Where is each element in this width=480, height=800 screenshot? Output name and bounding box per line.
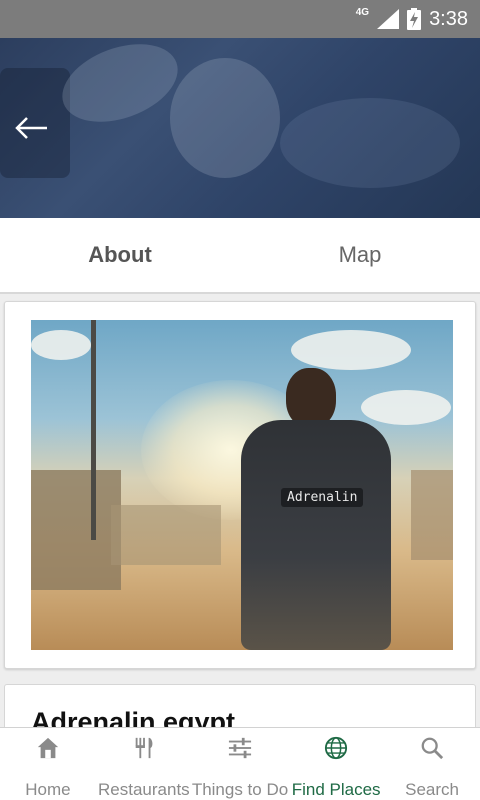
photo-cloud [31,330,91,360]
home-icon [37,737,59,759]
nav-find-places-label: Find Places [291,780,381,799]
back-button[interactable] [12,110,52,146]
nav-search[interactable]: Search [384,728,480,800]
battery-charging-icon [407,8,422,30]
photo-pole [91,320,96,540]
header-photo-shape [170,58,280,178]
vest-label: Adrenalin [281,488,364,507]
fork-knife-icon [135,737,153,759]
nav-search-label: Search [405,780,459,799]
sliders-icon [228,737,252,759]
photo-person [241,420,391,650]
nav-find-places[interactable]: Find Places [288,728,384,800]
tab-bar: About Map [0,218,480,294]
photo-person-head [286,368,336,428]
bottom-navigation: Home Restaurants Things to Do Find Place… [0,727,480,800]
nav-home[interactable]: Home [0,728,96,800]
nav-things-to-do-label: Things to Do [191,780,289,799]
status-icons: 4G 3:38 [356,0,468,38]
photo-ruins [31,470,121,590]
clock: 3:38 [429,7,468,30]
nav-home-label: Home [25,780,71,799]
photo-ruins [411,470,453,560]
signal-icon [377,9,400,29]
photo-cloud [361,390,451,425]
photo-card: Adrenalin [4,301,476,669]
search-icon [421,737,444,760]
globe-icon [325,736,348,760]
header-photo-shape [280,98,460,188]
place-photo: Adrenalin [31,320,453,650]
tab-about[interactable]: About [0,218,240,292]
back-arrow-icon [15,117,47,139]
status-bar: 4G 3:38 [0,0,480,38]
header-image [0,38,480,218]
network-type: 4G [355,6,370,18]
photo-ruins [111,505,221,565]
header-photo-shape [51,38,189,137]
nav-things-to-do[interactable]: Things to Do [192,728,288,800]
nav-restaurants-label: Restaurants [98,780,190,799]
tab-map[interactable]: Map [240,218,480,292]
nav-restaurants[interactable]: Restaurants [96,728,192,800]
photo-cloud [291,330,411,370]
